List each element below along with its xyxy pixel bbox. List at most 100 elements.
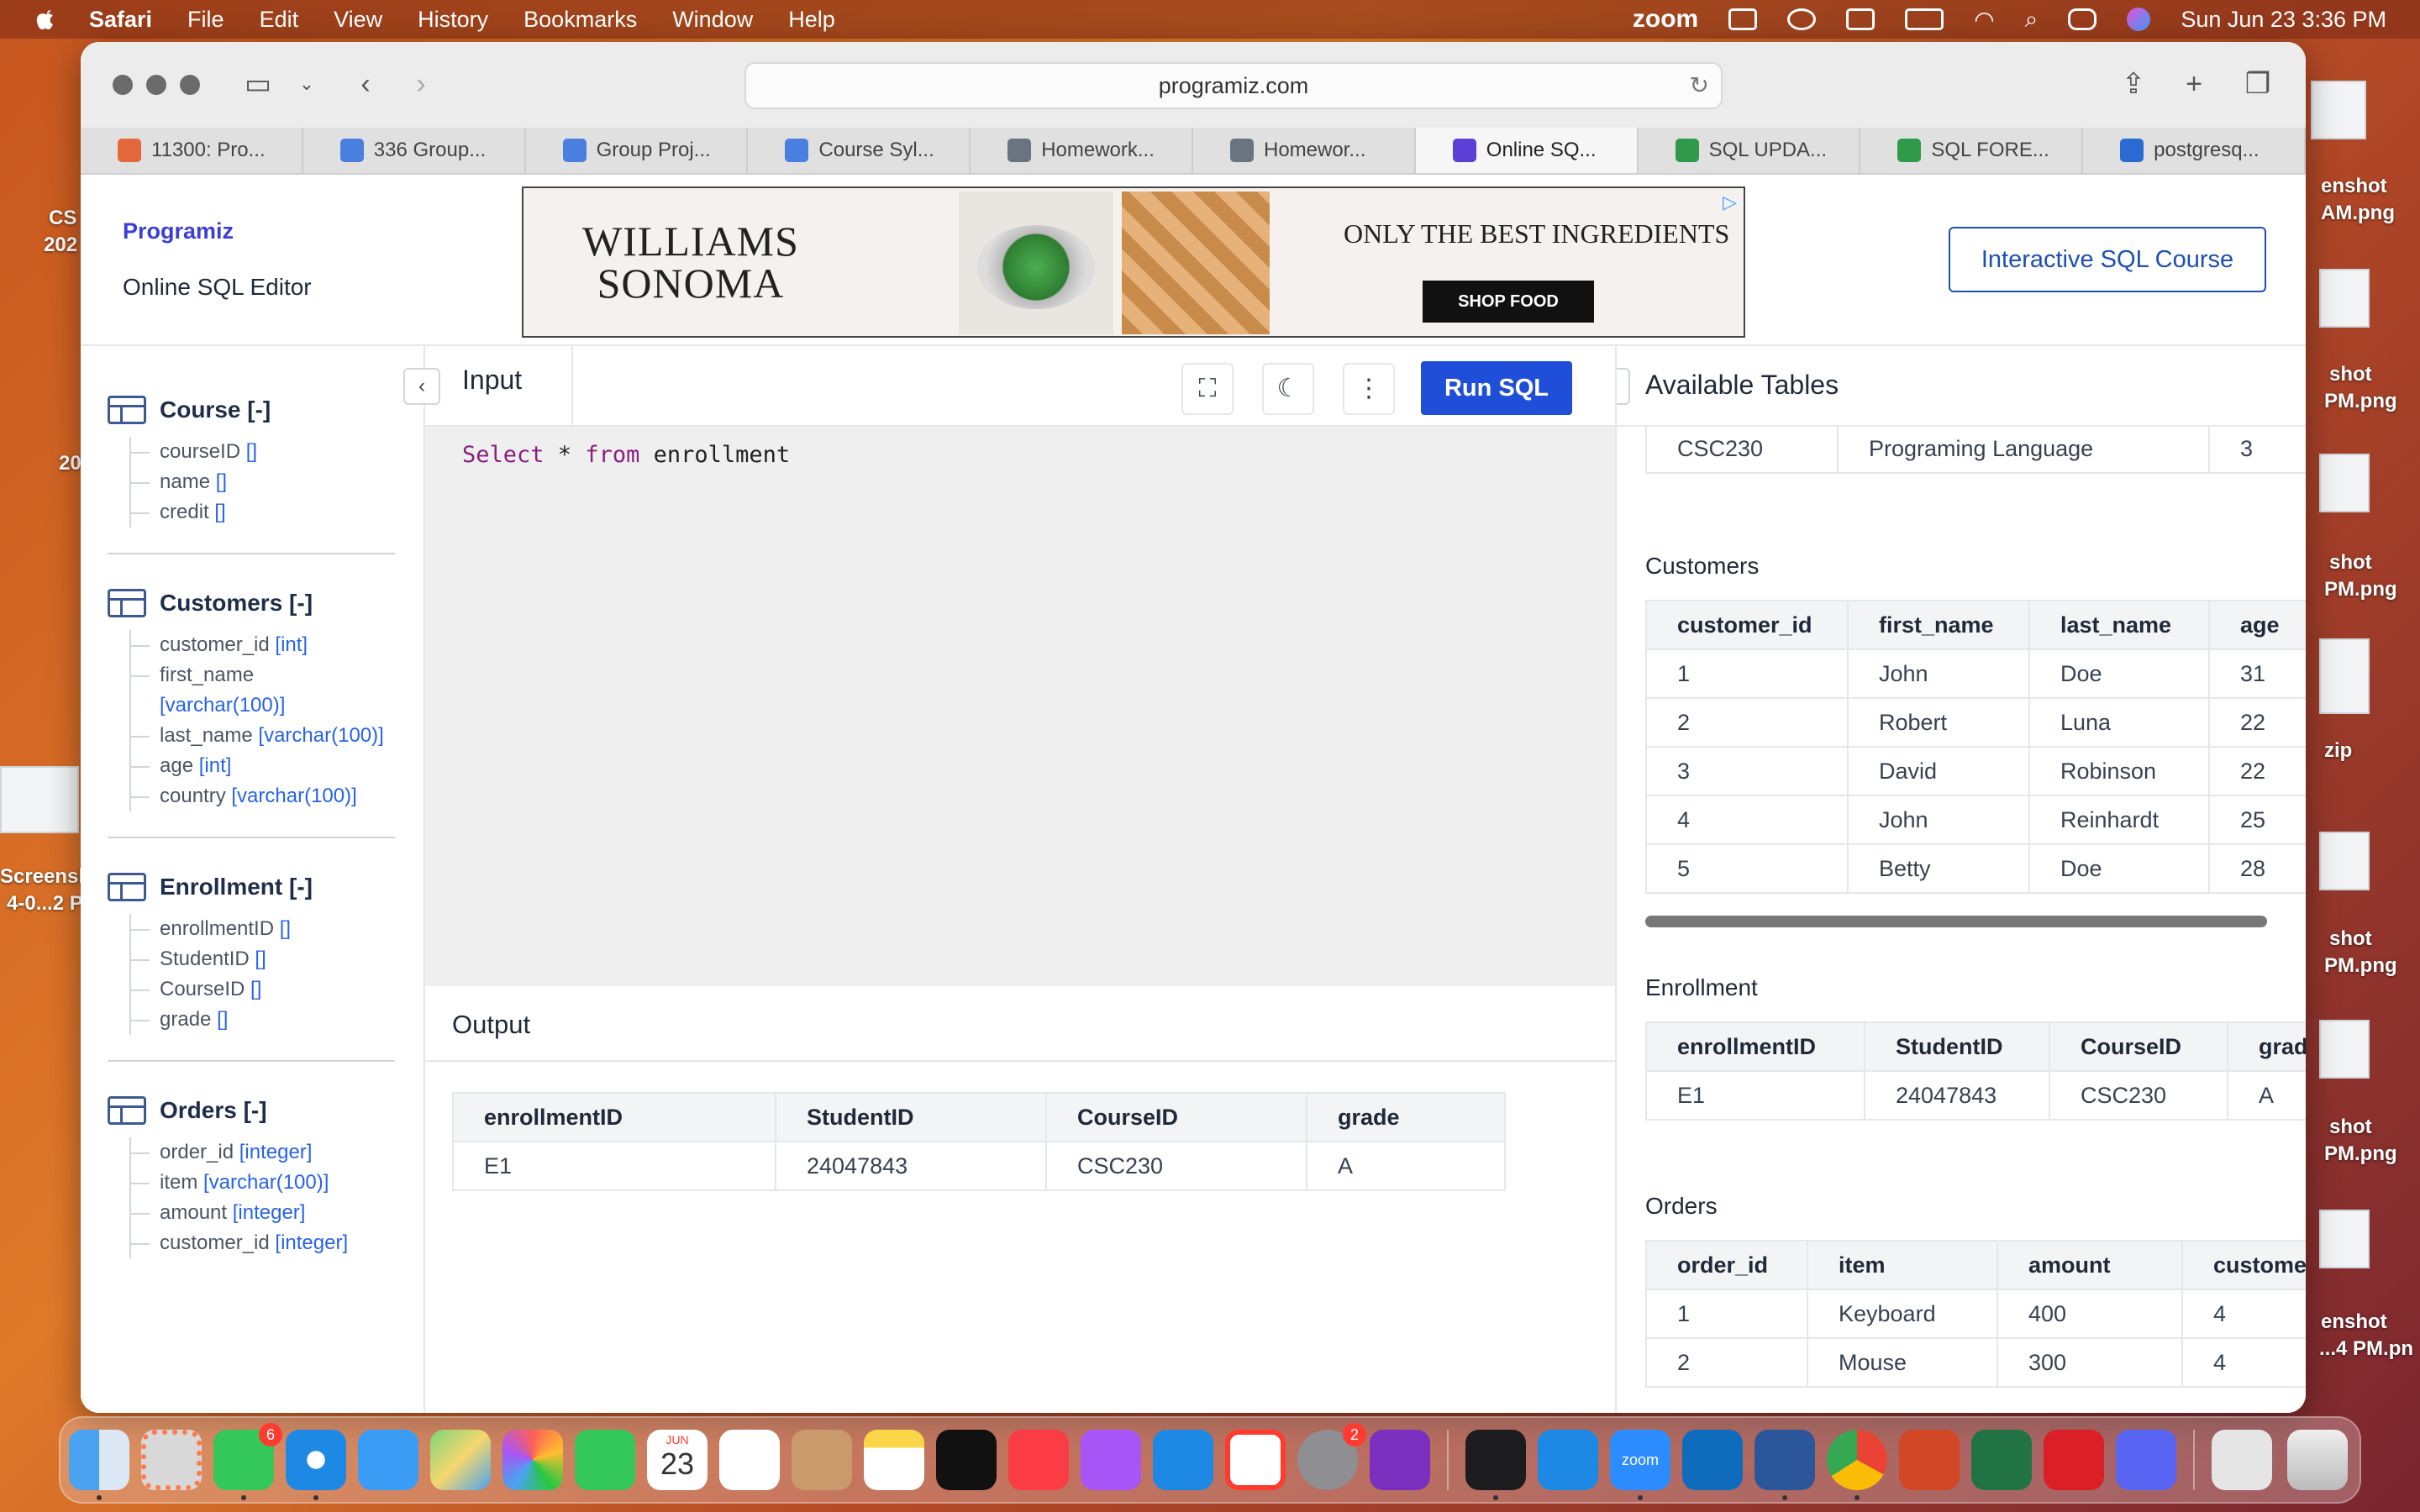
schema-table-title[interactable]: Orders [-] bbox=[108, 1094, 395, 1127]
menu-file[interactable]: File bbox=[187, 7, 224, 33]
menu-bookmarks[interactable]: Bookmarks bbox=[523, 7, 637, 33]
outlook-icon[interactable] bbox=[1682, 1430, 1743, 1490]
schema-table-title[interactable]: Course [-] bbox=[108, 393, 395, 427]
tab-sql-foreign[interactable]: SQL FORE... bbox=[1860, 128, 2084, 173]
desktop-screenshot-thumb[interactable] bbox=[2319, 269, 2370, 328]
code-editor[interactable]: Select * from enrollment bbox=[425, 427, 1615, 986]
apple-icon[interactable] bbox=[32, 5, 59, 34]
menu-window[interactable]: Window bbox=[672, 7, 753, 33]
finder-icon[interactable] bbox=[69, 1430, 129, 1490]
app-store-icon[interactable] bbox=[1153, 1430, 1213, 1490]
apple-tv-icon[interactable] bbox=[936, 1430, 997, 1490]
code-line[interactable]: Select * from enrollment bbox=[462, 442, 790, 468]
chevron-down-icon[interactable]: ⌄ bbox=[291, 69, 323, 99]
powerpoint-icon[interactable] bbox=[1899, 1430, 1960, 1490]
onenote-icon[interactable] bbox=[1370, 1430, 1430, 1490]
control-center-icon[interactable] bbox=[2068, 8, 2097, 30]
tab-homework-2[interactable]: Homewor... bbox=[1193, 128, 1416, 173]
mail-icon[interactable] bbox=[358, 1430, 418, 1490]
music-icon[interactable] bbox=[1008, 1430, 1069, 1490]
schema-table-title[interactable]: Customers [-] bbox=[108, 586, 395, 620]
menu-edit[interactable]: Edit bbox=[260, 7, 299, 33]
desktop-screenshot-thumb[interactable] bbox=[2319, 1210, 2370, 1268]
maps-icon[interactable] bbox=[430, 1430, 491, 1490]
tab-homework-1[interactable]: Homework... bbox=[971, 128, 1193, 173]
run-sql-button[interactable]: Run SQL bbox=[1421, 361, 1572, 415]
desktop-screenshot-thumb[interactable] bbox=[2319, 454, 2370, 512]
desktop-screenshot-thumb[interactable] bbox=[2311, 81, 2366, 139]
input-tab[interactable]: Input bbox=[462, 365, 522, 396]
notes-icon[interactable] bbox=[864, 1430, 924, 1490]
discord-icon[interactable] bbox=[2116, 1430, 2176, 1490]
trash-icon[interactable] bbox=[2287, 1430, 2348, 1490]
tab-sql-update[interactable]: SQL UPDA... bbox=[1639, 128, 1861, 173]
display-icon[interactable] bbox=[1846, 8, 1876, 30]
adchoices-icon[interactable]: ▷ bbox=[1723, 192, 1737, 213]
launchpad-icon[interactable] bbox=[141, 1430, 202, 1490]
zoom-status-label[interactable]: zoom bbox=[1633, 5, 1698, 34]
wifi-icon[interactable]: ◠ bbox=[1974, 6, 1994, 34]
desktop-zip-thumb[interactable] bbox=[2319, 638, 2370, 714]
word-icon[interactable] bbox=[1754, 1430, 1815, 1490]
advertisement-banner[interactable]: WILLIAMS SONOMA ONLY THE BEST INGREDIENTS… bbox=[522, 186, 1745, 338]
address-bar[interactable]: programiz.com ↻ bbox=[744, 62, 1723, 109]
downloads-stack-icon[interactable] bbox=[2212, 1430, 2272, 1490]
expand-panel-button[interactable]: › bbox=[1617, 368, 1630, 405]
photos-icon[interactable] bbox=[502, 1430, 563, 1490]
menu-help[interactable]: Help bbox=[788, 7, 835, 33]
clock-datetime[interactable]: Sun Jun 23 3:36 PM bbox=[2181, 7, 2386, 33]
tab-docs-336[interactable]: 336 Group... bbox=[303, 128, 526, 173]
reload-icon[interactable]: ↻ bbox=[1690, 64, 1709, 108]
bluetooth-icon[interactable] bbox=[1538, 1430, 1598, 1490]
zoom-app-icon[interactable]: zoom bbox=[1610, 1430, 1670, 1490]
window-zoom-button[interactable] bbox=[180, 75, 200, 95]
sidebar-toggle-icon[interactable]: ▭ bbox=[242, 69, 274, 99]
terminal-icon[interactable] bbox=[1465, 1430, 1526, 1490]
schema-table-name: Customers [-] bbox=[160, 590, 313, 616]
excel-icon[interactable] bbox=[1971, 1430, 2032, 1490]
ad-shop-button[interactable]: SHOP FOOD bbox=[1423, 281, 1594, 323]
news-icon[interactable] bbox=[1225, 1430, 1286, 1490]
schema-table-title[interactable]: Enrollment [-] bbox=[108, 870, 395, 904]
calendar-icon[interactable]: JUN 23 bbox=[647, 1430, 708, 1490]
spotlight-icon[interactable]: ⌕ bbox=[2025, 6, 2039, 34]
chrome-icon[interactable] bbox=[1827, 1430, 1887, 1490]
creative-cloud-icon[interactable] bbox=[1787, 8, 1817, 30]
battery-icon[interactable] bbox=[1905, 8, 1944, 30]
tab-postgresql[interactable]: postgresq... bbox=[2083, 128, 2306, 173]
safari-icon[interactable] bbox=[286, 1430, 346, 1490]
more-options-button[interactable]: ⋮ bbox=[1343, 363, 1395, 415]
share-icon[interactable]: ⇪ bbox=[2118, 69, 2149, 99]
table-header-row: enrollmentID StudentID CourseID grade bbox=[452, 1092, 1506, 1142]
programiz-logo[interactable]: Programiz bbox=[123, 218, 234, 244]
collapse-sidebar-button[interactable]: ‹ bbox=[403, 368, 440, 405]
desktop-screenshot-thumb[interactable] bbox=[2319, 832, 2370, 890]
tab-zybooks[interactable]: 11300: Pro... bbox=[81, 128, 303, 173]
contacts-icon[interactable] bbox=[792, 1430, 852, 1490]
interactive-sql-course-button[interactable]: Interactive SQL Course bbox=[1949, 227, 2266, 292]
window-minimize-button[interactable] bbox=[146, 75, 166, 95]
desktop-screenshot-thumb[interactable] bbox=[2319, 1020, 2370, 1079]
grammar-icon[interactable] bbox=[1728, 8, 1758, 30]
desktop-screenshot-thumb[interactable] bbox=[0, 766, 79, 833]
siri-icon[interactable] bbox=[2127, 8, 2151, 31]
menu-view[interactable]: View bbox=[334, 7, 382, 33]
tab-online-sql[interactable]: Online SQ... bbox=[1415, 128, 1639, 173]
menu-app-safari[interactable]: Safari bbox=[89, 7, 152, 33]
menu-history[interactable]: History bbox=[418, 7, 488, 33]
window-close-button[interactable] bbox=[113, 75, 133, 95]
new-tab-icon[interactable]: + bbox=[2178, 69, 2210, 99]
reminders-icon[interactable] bbox=[719, 1430, 780, 1490]
forward-icon[interactable]: › bbox=[405, 69, 437, 99]
horizontal-scrollbar[interactable] bbox=[1645, 916, 2267, 927]
podcasts-icon[interactable] bbox=[1081, 1430, 1141, 1490]
tab-overview-icon[interactable]: ❐ bbox=[2242, 69, 2274, 99]
tab-docs-group[interactable]: Group Proj... bbox=[526, 128, 749, 173]
facetime-icon[interactable] bbox=[575, 1430, 635, 1490]
dark-mode-button[interactable]: ☾ bbox=[1262, 363, 1314, 415]
schema-column: last_name [varchar(100)] bbox=[131, 721, 395, 751]
back-icon[interactable]: ‹ bbox=[350, 69, 381, 99]
tab-docs-syllabus[interactable]: Course Syl... bbox=[748, 128, 971, 173]
fullscreen-button[interactable]: ⛶ bbox=[1181, 363, 1234, 415]
creative-cloud-dock-icon[interactable] bbox=[2044, 1430, 2104, 1490]
